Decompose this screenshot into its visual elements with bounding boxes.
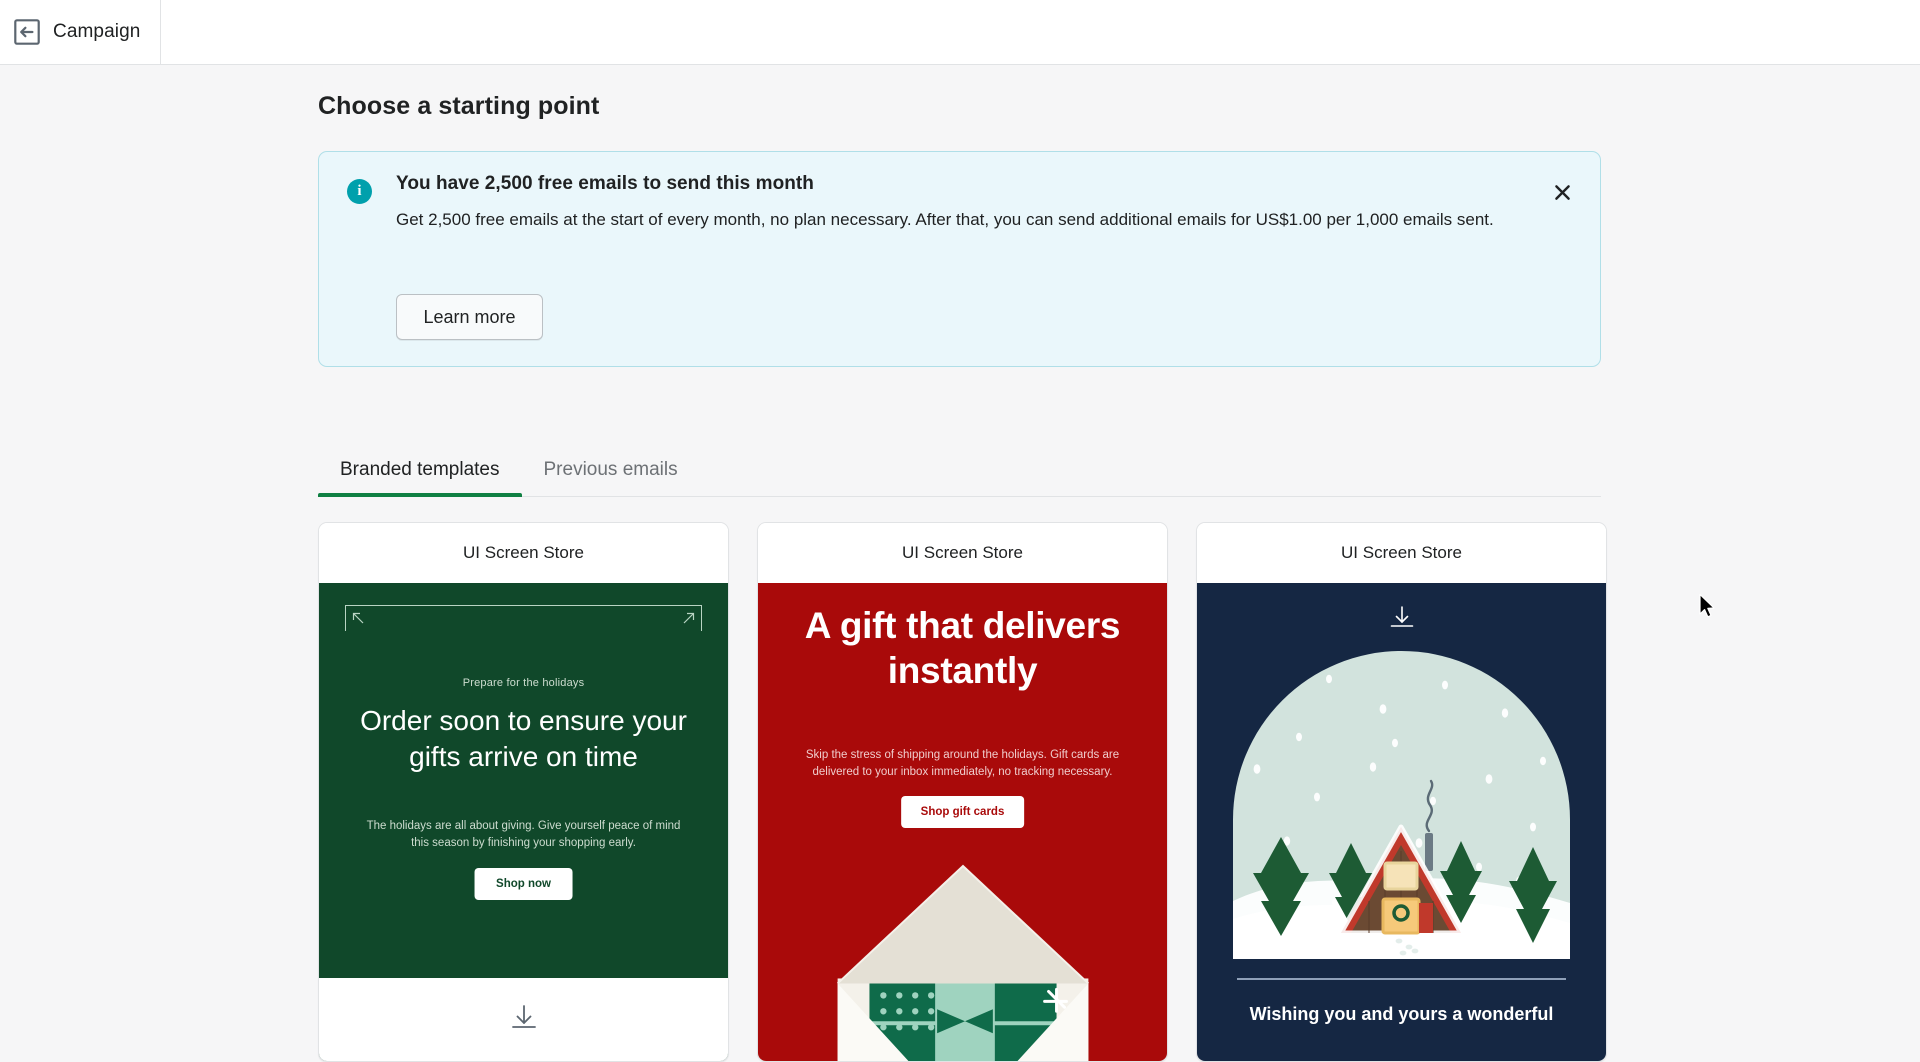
arrow-up-left-icon <box>352 612 364 624</box>
template-cta-shop-now[interactable]: Shop now <box>474 868 573 900</box>
back-label: Campaign <box>53 21 141 42</box>
close-icon <box>1553 183 1572 202</box>
template-card-gift-instantly[interactable]: UI Screen Store A gift that delivers ins… <box>757 522 1168 1062</box>
decorative-top-frame <box>345 605 702 631</box>
template-hero-navy: Wishing you and yours a wonderful <box>1197 583 1606 1061</box>
template-headline: Order soon to ensure your gifts arrive o… <box>360 705 687 772</box>
top-bar: Campaign <box>0 0 1920 65</box>
template-footer <box>319 978 728 1061</box>
snow-globe-cabin-illustration <box>1233 651 1570 959</box>
banner-close-button[interactable] <box>1544 174 1580 210</box>
learn-more-button[interactable]: Learn more <box>396 294 543 340</box>
template-card-winter-greeting[interactable]: UI Screen Store Wishing you and yours a … <box>1196 522 1607 1062</box>
template-store-name: UI Screen Store <box>319 523 728 583</box>
banner-description: Get 2,500 free emails at the start of ev… <box>396 210 1494 229</box>
template-footer-text: Wishing you and yours a wonderful <box>1249 1004 1554 1024</box>
banner-body: You have 2,500 free emails to send this … <box>396 173 1536 234</box>
back-arrow-icon <box>14 19 40 45</box>
template-hero-red: A gift that delivers instantly Skip the … <box>758 583 1167 1061</box>
tab-branded-templates[interactable]: Branded templates <box>318 435 522 497</box>
tab-previous-emails[interactable]: Previous emails <box>522 435 700 497</box>
template-card-order-soon[interactable]: UI Screen Store Prepare for the holidays… <box>318 522 729 1062</box>
arrow-up-right-icon <box>683 612 695 624</box>
template-divider <box>1237 978 1566 980</box>
info-icon: i <box>347 179 372 204</box>
template-body-text: Skip the stress of shipping around the h… <box>805 749 1120 778</box>
back-to-campaign-button[interactable]: Campaign <box>0 0 161 65</box>
template-preview: A gift that delivers instantly Skip the … <box>758 583 1167 1061</box>
template-body-text: The holidays are all about giving. Give … <box>366 820 681 849</box>
template-headline: A gift that delivers instantly <box>804 605 1121 691</box>
download-arrow-icon <box>507 1004 541 1037</box>
page-title: Choose a starting point <box>318 92 600 120</box>
template-store-name: UI Screen Store <box>758 523 1167 583</box>
open-envelope-illustration <box>836 864 1090 1061</box>
download-arrow-icon <box>1386 605 1418 636</box>
template-source-tabs: Branded templates Previous emails <box>318 435 1601 497</box>
template-grid: UI Screen Store Prepare for the holidays… <box>318 522 1608 1062</box>
template-store-name: UI Screen Store <box>1197 523 1606 583</box>
banner-title: You have 2,500 free emails to send this … <box>396 173 814 194</box>
template-eyebrow: Prepare for the holidays <box>462 677 585 689</box>
template-preview: Prepare for the holidays Order soon to e… <box>319 583 728 1061</box>
template-cta-shop-gift-cards[interactable]: Shop gift cards <box>900 796 1025 828</box>
template-preview: Wishing you and yours a wonderful <box>1197 583 1606 1061</box>
page-content: Choose a starting point i You have 2,500… <box>0 65 1920 1062</box>
free-emails-banner: i You have 2,500 free emails to send thi… <box>318 151 1601 367</box>
